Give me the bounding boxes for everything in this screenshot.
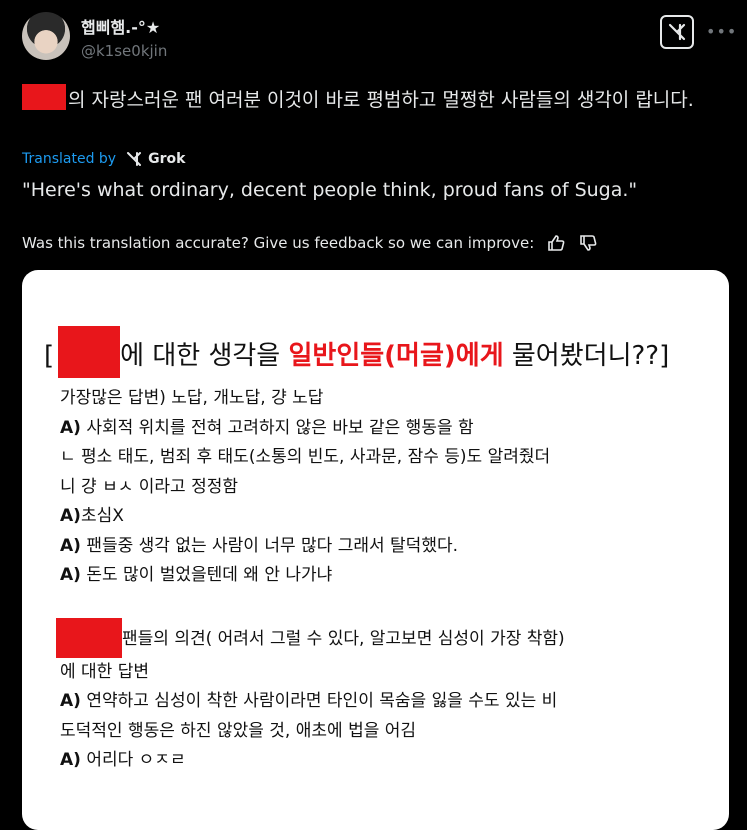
title-part2: 물어봤더니??] xyxy=(503,341,670,371)
grok-logo-icon[interactable] xyxy=(660,15,694,49)
image-title: [ 에 대한 생각을 일반인들(머글)에게 물어봤더니??] xyxy=(44,326,669,378)
title-highlight: 일반인들(머글)에게 xyxy=(288,341,504,371)
image-line: A) 돈도 많이 벌었을텐데 왜 안 나가냐 xyxy=(60,565,333,585)
redacted-block xyxy=(22,84,66,110)
grok-small-icon xyxy=(127,152,142,166)
image-body: 가장많은 답변) 노답, 개노답, 걍 노답 A) 사회적 위치를 전혀 고려하… xyxy=(56,384,700,776)
image-line: 니 걍 ㅂㅅ 이라고 정정함 xyxy=(60,476,239,497)
post-text: 의 자랑스러운 팬 여러분 이것이 바로 평범하고 멀쩡한 사람들의 생각이 랍… xyxy=(22,84,730,115)
thumbs-up-icon[interactable] xyxy=(546,233,566,253)
title-bracket: [ xyxy=(44,341,55,371)
post-body: 의 자랑스러운 팬 여러분 이것이 바로 평범하고 멀쩡한 사람들의 생각이 랍… xyxy=(68,89,694,111)
feedback-prompt: Was this translation accurate? Give us f… xyxy=(22,234,535,252)
translation-text: "Here's what ordinary, decent people thi… xyxy=(22,179,638,201)
image-line: A) 팬들중 생각 없는 사람이 너무 많다 그래서 탈덕했다. xyxy=(60,535,459,556)
thumbs-down-icon[interactable] xyxy=(578,233,598,253)
translation-engine[interactable]: Grok xyxy=(148,151,185,167)
more-icon[interactable]: ••• xyxy=(706,22,737,41)
title-part1: 에 대한 생각을 xyxy=(120,341,289,371)
handle[interactable]: @k1se0kjin xyxy=(81,42,167,60)
image-section2-title: 팬들의 의견( 어려서 그럴 수 있다, 알고보면 심성이 가장 착함) xyxy=(56,617,700,658)
image-line: A) 사회적 위치를 전혀 고려하지 않은 바보 같은 행동을 함 xyxy=(60,417,474,438)
feedback-row: Was this translation accurate? Give us f… xyxy=(22,233,598,253)
post-image[interactable]: [ 에 대한 생각을 일반인들(머글)에게 물어봤더니??] 가장많은 답변) 노… xyxy=(22,270,729,830)
redacted-block xyxy=(56,617,122,658)
image-line: A) 연약하고 심성이 착한 사람이라면 타인이 목숨을 잃을 수도 있는 비 xyxy=(60,691,558,711)
display-name[interactable]: 햅삐햄.-°★ xyxy=(81,14,160,38)
image-line: 가장많은 답변) 노답, 개노답, 걍 노답 xyxy=(60,388,324,408)
image-line: 도덕적인 행동은 하진 않았을 것, 애초에 법을 어김 xyxy=(60,720,417,741)
translated-by-row: Translated by Grok xyxy=(22,151,185,167)
avatar[interactable] xyxy=(22,12,70,60)
grok-glyph xyxy=(668,23,686,41)
image-line: ㄴ 평소 태도, 범죄 후 태도(소통의 빈도, 사과문, 잠수 등)도 알려줬… xyxy=(60,447,551,467)
redacted-block xyxy=(58,326,121,378)
translated-by-label: Translated by xyxy=(22,151,117,167)
image-line: A)초심X xyxy=(60,506,124,526)
image-line: A) 어리다 ㅇㅈㄹ xyxy=(60,750,186,770)
image-section2-title-cont: 에 대한 답변 xyxy=(60,661,150,682)
